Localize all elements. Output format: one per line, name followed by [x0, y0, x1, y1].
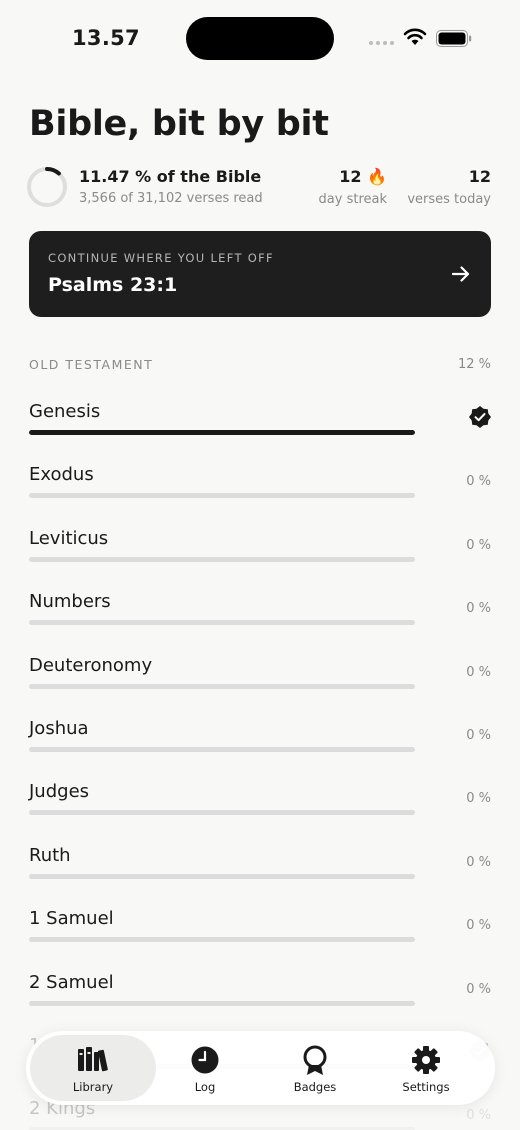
book-percent: 0 % [466, 728, 491, 743]
book-row[interactable]: Deuteronomy 0 % [0, 655, 520, 718]
arrow-right-icon [451, 266, 470, 282]
book-name: Numbers [29, 591, 111, 613]
tab-log-label: Log [194, 1080, 216, 1094]
verses-today-stat: 12 verses today [407, 167, 491, 207]
tab-settings-label: Settings [402, 1080, 450, 1094]
continue-reading-button[interactable]: CONTINUE WHERE YOU LEFT OFF Psalms 23:1 [29, 231, 491, 317]
section-percent: 12 % [457, 357, 491, 372]
book-row[interactable]: 2 Samuel 0 % [0, 972, 520, 1035]
progress-ring [27, 167, 67, 207]
battery-icon [436, 30, 472, 47]
status-time: 13.57 [72, 26, 140, 50]
book-progress-fill [29, 430, 415, 435]
book-name: Genesis [29, 401, 101, 422]
books-icon [78, 1047, 108, 1072]
book-progress-bar [29, 937, 415, 943]
book-row[interactable]: Exodus 0 % [0, 464, 520, 527]
book-percent: 0 % [466, 601, 491, 617]
book-progress-bar [29, 556, 415, 562]
book-percent: 0 % [466, 537, 491, 553]
tab-settings[interactable]: Settings [366, 1035, 486, 1101]
book-name: Leviticus [29, 527, 109, 549]
book-name: Judges [29, 781, 90, 803]
gear-icon [412, 1046, 440, 1074]
book-percent: 0 % [466, 474, 491, 490]
book-percent: 0 % [466, 664, 491, 680]
tab-badges[interactable]: Badges [255, 1035, 375, 1101]
badge-icon [303, 1045, 327, 1075]
book-row[interactable]: Numbers 0 % [0, 591, 520, 654]
book-percent: 0 % [466, 1108, 491, 1124]
page-title: Bible, bit by bit [29, 104, 329, 144]
cellular-signal-icon [369, 41, 394, 45]
book-row[interactable]: Judges 0 % [0, 781, 520, 844]
book-progress-bar [29, 1000, 415, 1006]
bible-progress-percent: 11.47 % of the Bible [79, 167, 262, 186]
status-bar: 13.57 [0, 0, 520, 78]
streak-value: 12 🔥 [339, 167, 387, 186]
book-name: 1 Samuel [29, 908, 114, 930]
book-progress-bar [29, 493, 415, 499]
tab-library-label: Library [72, 1080, 114, 1094]
tab-log[interactable]: Log [145, 1035, 265, 1101]
book-progress-bar [29, 810, 415, 816]
book-row[interactable]: Joshua 0 % [0, 718, 520, 781]
continue-label: CONTINUE WHERE YOU LEFT OFF [48, 251, 274, 265]
tab-library[interactable]: Library [30, 1035, 156, 1101]
book-percent: 0 % [466, 854, 491, 870]
book-progress-bar [29, 683, 415, 689]
book-name: Exodus [29, 464, 94, 486]
verses-today-label: verses today [407, 192, 491, 207]
book-percent: 0 % [466, 791, 491, 807]
book-row[interactable]: Genesis [0, 401, 520, 464]
streak-label: day streak [318, 192, 387, 207]
clock-icon [191, 1046, 219, 1074]
book-row[interactable]: 1 Samuel 0 % [0, 908, 520, 971]
book-name: Ruth [29, 844, 71, 866]
tab-bar: Library Log Badges Settings [26, 1031, 495, 1105]
wifi-icon [403, 28, 427, 45]
verses-read-count: 3,566 of 31,102 verses read [79, 191, 263, 206]
book-progress-bar [29, 620, 415, 626]
verses-today-value: 12 [468, 167, 491, 186]
book-row[interactable]: Leviticus 0 % [0, 528, 520, 591]
tab-badges-label: Badges [293, 1080, 337, 1094]
verified-check-icon [469, 406, 491, 428]
book-progress-bar [29, 873, 415, 879]
book-percent: 0 % [466, 981, 491, 997]
continue-reference: Psalms 23:1 [48, 274, 178, 296]
dynamic-island [186, 17, 334, 60]
section-title: OLD TESTAMENT [29, 357, 154, 372]
book-row[interactable]: Ruth 0 % [0, 845, 520, 908]
book-name: Deuteronomy [29, 654, 153, 676]
book-progress-bar [29, 430, 415, 435]
book-name: 2 Samuel [29, 971, 114, 993]
book-progress-bar [29, 747, 415, 752]
book-name: Joshua [29, 718, 89, 739]
streak-stat: 12 🔥 day streak [319, 167, 387, 207]
book-percent: 0 % [466, 918, 491, 934]
